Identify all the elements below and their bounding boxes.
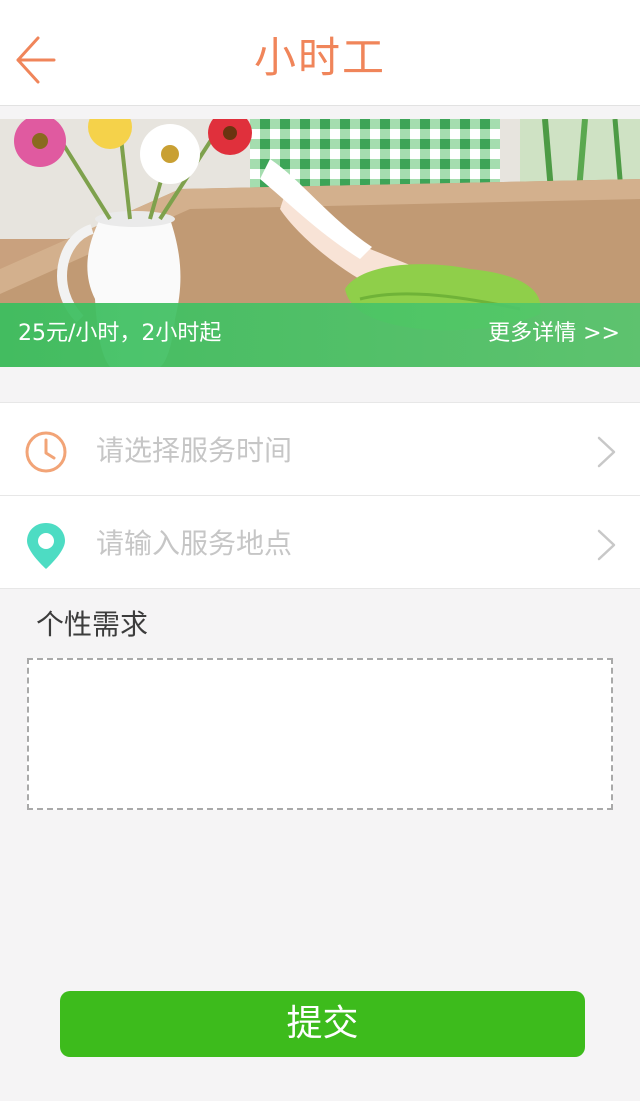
location-pin-icon — [27, 523, 65, 569]
service-place-placeholder: 请输入服务地点 — [96, 527, 293, 560]
service-time-placeholder: 请选择服务时间 — [96, 434, 293, 467]
more-details-link[interactable]: 更多详情 >> — [488, 319, 620, 349]
service-banner[interactable]: 25元/小时，2小时起 更多详情 >> — [0, 119, 640, 367]
requirements-input[interactable] — [27, 658, 613, 810]
banner-info-bar: 25元/小时，2小时起 更多详情 >> — [0, 303, 640, 367]
page-title: 小时工 — [253, 33, 386, 82]
chevron-right-icon — [597, 436, 616, 468]
header-bar: 小时工 — [0, 0, 640, 106]
price-text: 25元/小时，2小时起 — [18, 321, 222, 346]
chevron-right-icon — [597, 529, 616, 561]
requirements-label: 个性需求 — [36, 608, 149, 641]
clock-icon — [25, 431, 67, 473]
submit-button[interactable]: 提交 — [60, 991, 585, 1057]
service-time-row[interactable]: 请选择服务时间 — [0, 402, 640, 496]
page: 小时工 25元/小时，2小时起 更多详情 >> 请选择服务时间 请输入服务地点 … — [0, 0, 640, 1101]
service-place-row[interactable]: 请输入服务地点 — [0, 495, 640, 589]
